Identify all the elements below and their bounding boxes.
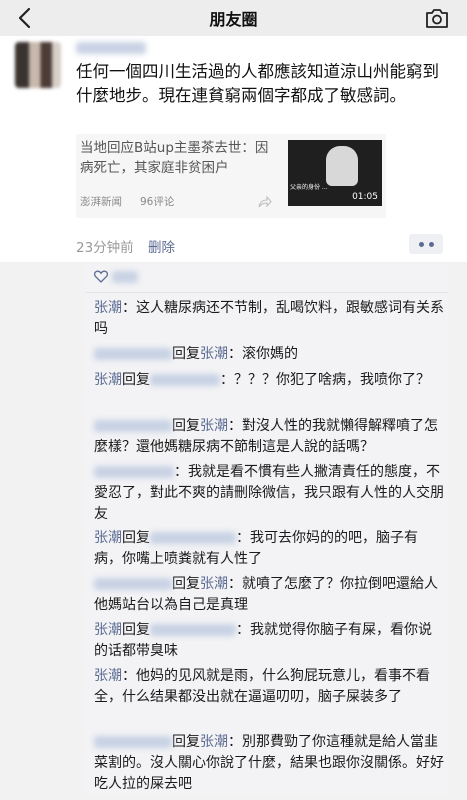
comment-text: ？？？你犯了啥病，我喷你了？ — [234, 372, 430, 388]
link-title: 当地回应B站up主墨茶去世：因病死亡，其家庭非贫困户 — [80, 140, 269, 176]
heart-icon — [94, 270, 108, 283]
comment-author[interactable]: 张潮 — [94, 622, 122, 638]
page-title: 朋友圈 — [209, 10, 258, 29]
reply-target[interactable]: 张潮 — [200, 734, 228, 750]
comment-text: 这人糖尿病还不节制，乱喝饮料，跟敏感词有关系吗 — [94, 300, 444, 337]
comment-item[interactable]: 张潮回复 ：我可去你妈的的吧，脑子有病，你嘴上喷粪就有人性了 — [94, 528, 444, 570]
comment-item[interactable]: 张潮：这人糖尿病还不节制，乱喝饮料，跟敏感词有关系吗 — [94, 298, 444, 340]
video-duration: 01:05 — [352, 192, 378, 202]
divider — [86, 292, 448, 293]
comment-item[interactable]: 回复张潮：別那費勁了你這種就是給人當韭菜割的。沒人關心你說了什麼，結果也跟你沒關… — [94, 732, 444, 795]
commenter-name-redacted[interactable] — [94, 466, 174, 478]
moment-post: 任何一個四川生活過的人都應該知道涼山州能窮到什麼地步。現在連貧窮兩個字都成了敏感… — [0, 36, 467, 262]
commenter-name-redacted[interactable] — [94, 420, 172, 432]
comment-author[interactable]: 张潮 — [94, 668, 122, 684]
dot-icon — [418, 241, 424, 247]
reply-target[interactable]: 张潮 — [200, 418, 228, 434]
liker-name-redacted[interactable] — [112, 270, 138, 283]
avatar[interactable] — [15, 42, 61, 88]
thumbnail-caption: 父亲的身份 ... — [290, 184, 328, 191]
likes-row — [94, 270, 138, 283]
comment-item[interactable]: 回复张潮：就噴了怎麼了？你拉倒吧還給人他媽站台以為自己是真理 — [94, 574, 444, 616]
reply-target-redacted[interactable] — [150, 532, 236, 544]
link-comment-count: 96评论 — [140, 196, 175, 208]
comment-text: 他妈的见风就是雨，什么狗屁玩意儿，看事不看全，什么结果都没出就在逼逼叨叨，脑子屎… — [94, 668, 430, 705]
video-thumbnail[interactable]: 父亲的身份 ... 01:05 — [288, 140, 382, 206]
reply-target[interactable]: 张潮 — [200, 576, 228, 592]
reply-target-redacted[interactable] — [150, 374, 220, 386]
comment-text: 滚你媽的 — [242, 346, 298, 362]
thumbnail-portrait — [326, 146, 358, 186]
shared-link-card[interactable]: 当地回应B站up主墨茶去世：因病死亡，其家庭非贫困户 澎湃新闻 96评论 父亲的… — [76, 134, 386, 218]
comment-item[interactable]: ：我就是看不慣有些人撇清責任的態度，不愛忍了，對此不爽的請刪除微信，我只跟有人性… — [94, 462, 444, 525]
comment-item[interactable]: 张潮回复 ：？？？你犯了啥病，我喷你了？ — [94, 370, 444, 391]
more-actions-button[interactable] — [409, 234, 443, 254]
commenter-name-redacted[interactable] — [94, 348, 172, 360]
comment-item[interactable]: 回复张潮：對沒人性的我就懶得解釋噴了怎麼樣？還他媽糖尿病不節制這是人說的話嗎？ — [94, 416, 444, 458]
post-meta: 23分钟前 删除 — [76, 236, 175, 256]
post-time: 23分钟前 — [76, 240, 134, 256]
top-bar: 朋友圈 — [0, 0, 467, 36]
dot-icon — [428, 241, 434, 247]
comment-item[interactable]: 回复张潮：滚你媽的 — [94, 344, 444, 365]
camera-icon[interactable] — [425, 7, 449, 29]
comment-author[interactable]: 张潮 — [94, 372, 122, 388]
post-text: 任何一個四川生活過的人都應該知道涼山州能窮到什麼地步。現在連貧窮兩個字都成了敏感… — [76, 62, 439, 105]
comment-author[interactable]: 张潮 — [94, 300, 122, 316]
chevron-left-icon[interactable] — [14, 6, 38, 30]
comment-item[interactable]: 张潮：他妈的见风就是雨，什么狗屁玩意儿，看事不看全，什么结果都没出就在逼逼叨叨，… — [94, 666, 444, 708]
author-name-redacted[interactable] — [76, 42, 146, 54]
link-source: 澎湃新闻 — [80, 196, 122, 208]
commenter-name-redacted[interactable] — [94, 736, 172, 748]
comments-panel: 张潮：这人糖尿病还不节制，乱喝饮料，跟敏感词有关系吗 回复张潮：滚你媽的 张潮回… — [86, 264, 448, 794]
commenter-name-redacted[interactable] — [94, 578, 172, 590]
comment-author[interactable]: 张潮 — [94, 530, 122, 546]
link-meta: 澎湃新闻 96评论 — [80, 194, 174, 209]
reply-target[interactable]: 张潮 — [200, 346, 228, 362]
delete-link[interactable]: 删除 — [148, 240, 175, 256]
share-arrow-icon — [258, 196, 272, 208]
comment-item[interactable]: 张潮回复 ：我就觉得你脑子有屎，看你说的话都带臭味 — [94, 620, 444, 662]
reply-target-redacted[interactable] — [150, 624, 236, 636]
